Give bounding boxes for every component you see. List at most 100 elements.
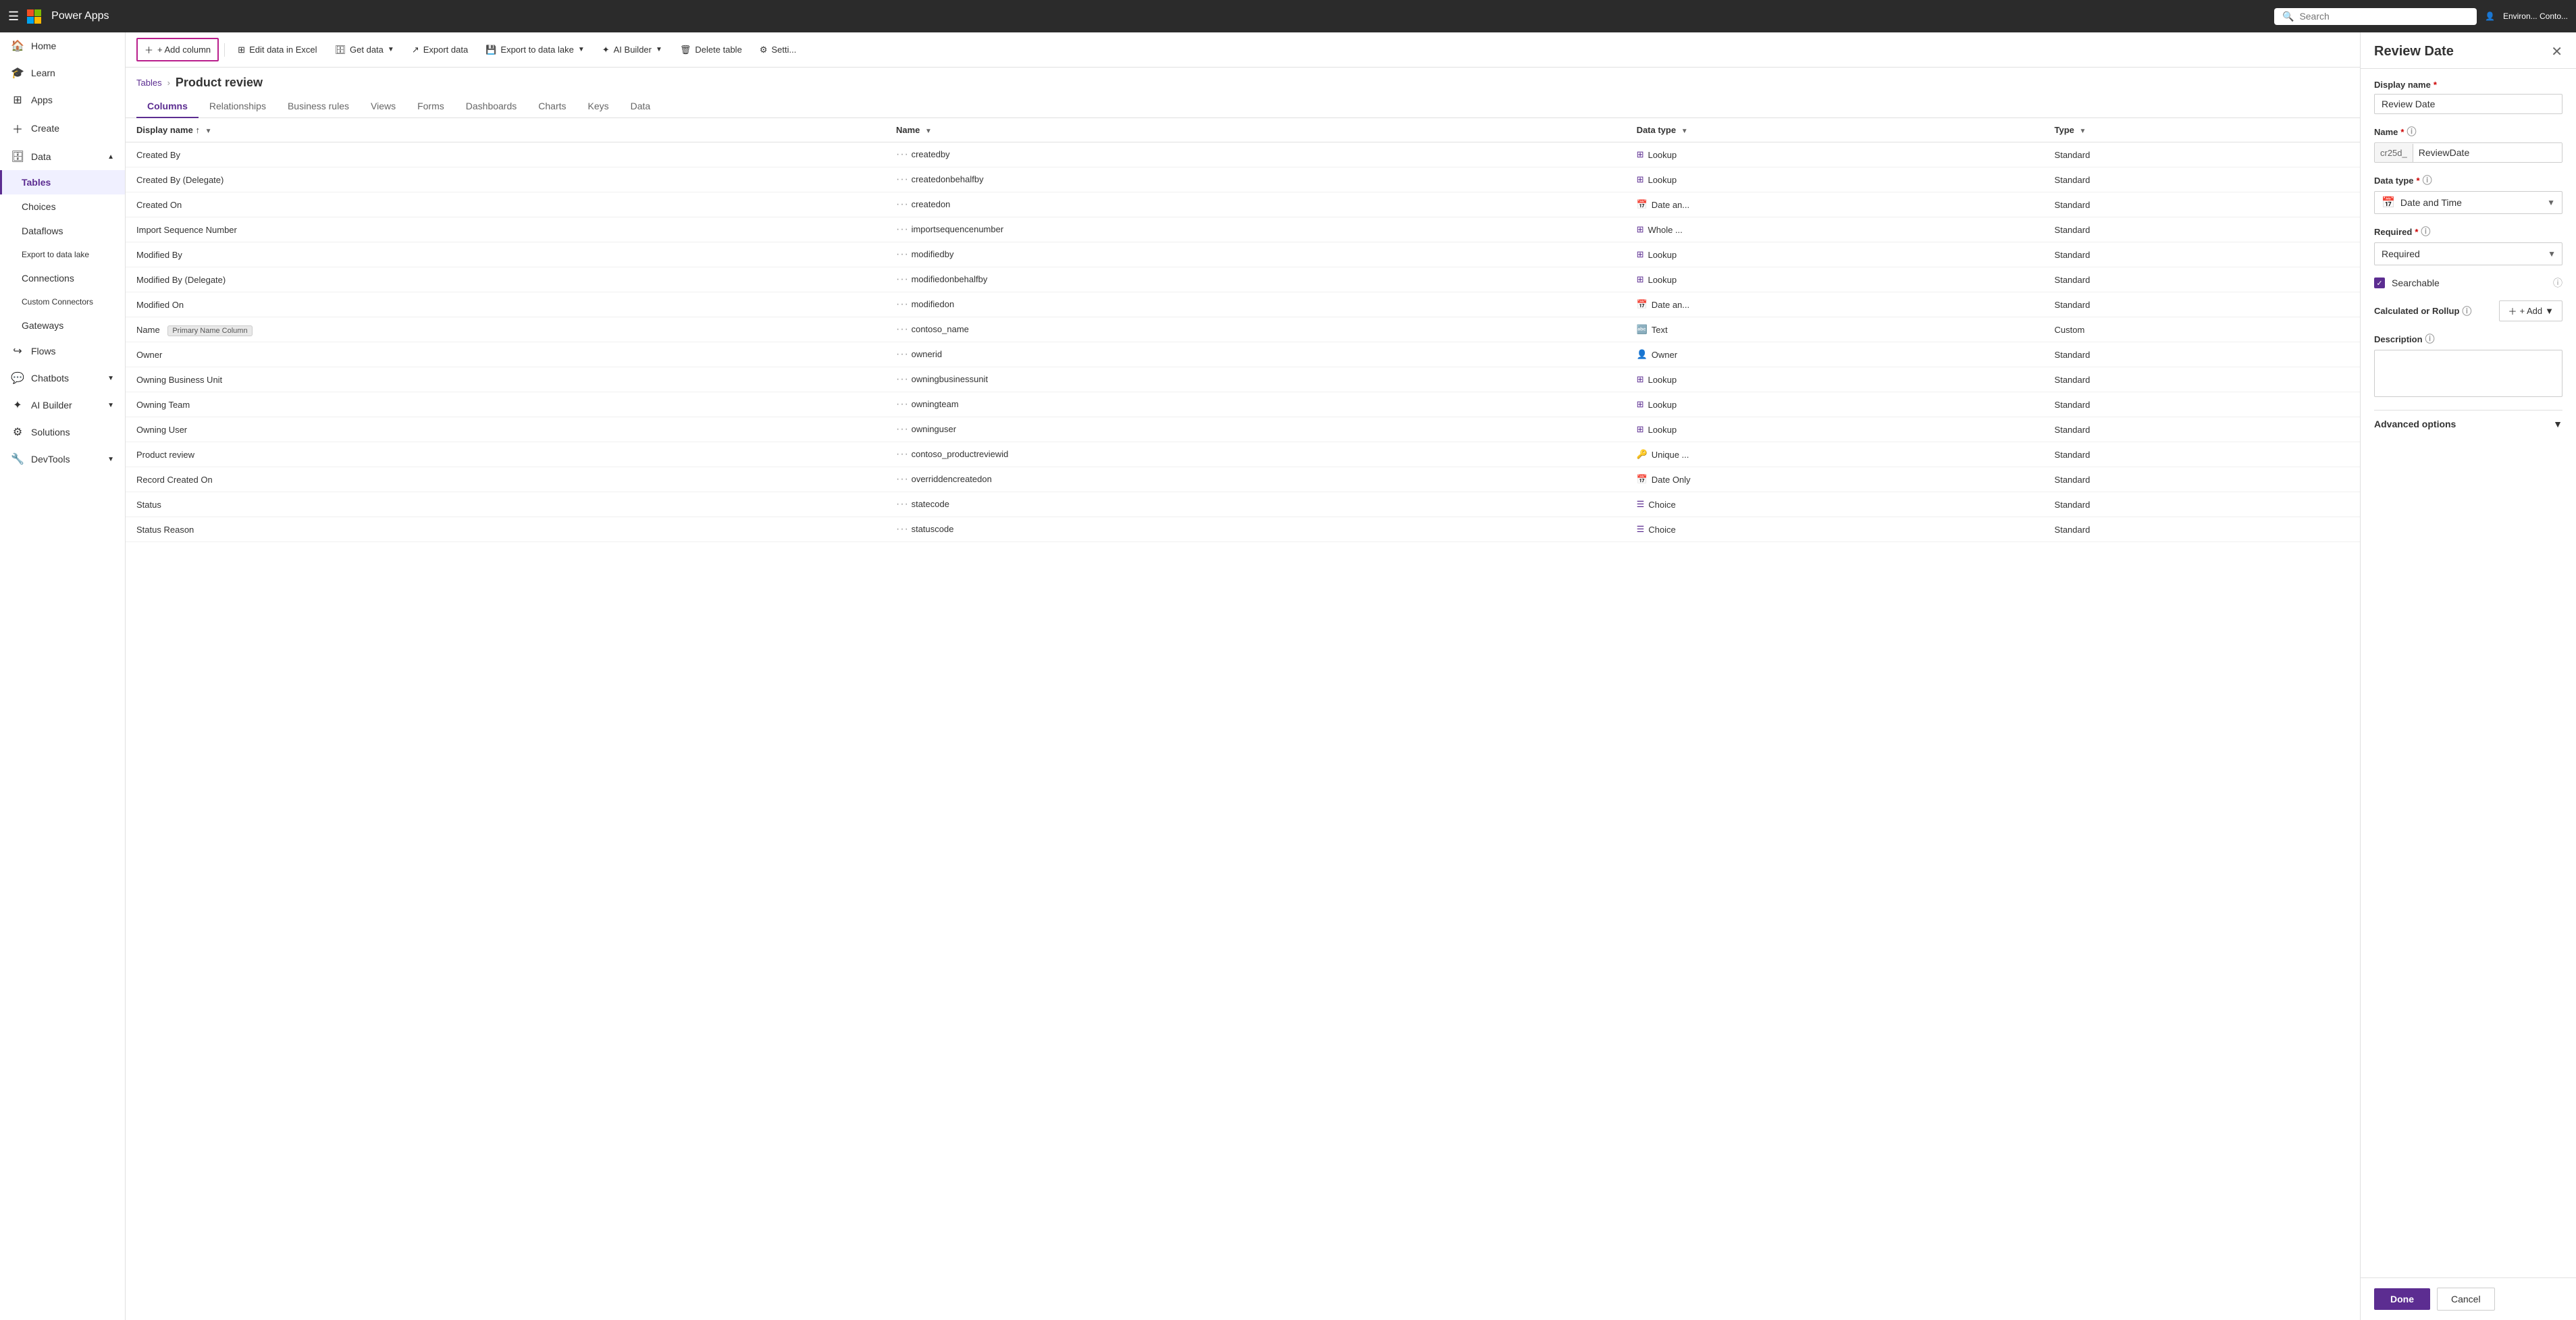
sidebar-item-gateways[interactable]: Gateways: [0, 313, 125, 338]
datalake-chevron-icon: ▼: [578, 46, 585, 53]
search-input[interactable]: [2299, 11, 2469, 22]
tab-keys[interactable]: Keys: [577, 95, 620, 118]
row-dots[interactable]: ···: [896, 473, 909, 485]
required-select[interactable]: Required Optional: [2374, 242, 2562, 265]
sidebar-item-data[interactable]: 🗄 Data ▲: [0, 143, 125, 170]
row-dots[interactable]: ···: [896, 248, 909, 260]
row-dots[interactable]: ···: [896, 423, 909, 435]
row-dots[interactable]: ···: [896, 298, 909, 310]
sidebar-label-dataflows: Dataflows: [22, 226, 63, 236]
calc-rollup-add-button[interactable]: ＋ + Add ▼: [2499, 300, 2562, 321]
calc-rollup-label: Calculated or Rollup ⓘ: [2374, 305, 2499, 318]
description-textarea[interactable]: [2374, 350, 2562, 397]
sidebar-item-flows[interactable]: ↪ Flows: [0, 338, 125, 365]
content-area: ＋ + Add column ⊞ Edit data in Excel 🗄 Ge…: [126, 32, 2360, 1320]
tab-relationships[interactable]: Relationships: [199, 95, 277, 118]
table-row: Owning Team··· owningteam⊞LookupStandard: [126, 392, 2360, 417]
tab-columns[interactable]: Columns: [136, 95, 199, 118]
settings-icon: ⚙: [760, 45, 768, 55]
create-icon: ＋: [11, 120, 24, 136]
sidebar-item-solutions[interactable]: ⚙ Solutions: [0, 419, 125, 446]
row-dots[interactable]: ···: [896, 523, 909, 535]
row-dots[interactable]: ···: [896, 398, 909, 410]
searchable-checkbox[interactable]: ✓: [2374, 278, 2385, 288]
tab-data[interactable]: Data: [620, 95, 662, 118]
chatbots-icon: 💬: [11, 371, 24, 385]
sidebar-item-tables[interactable]: Tables: [0, 170, 125, 194]
solutions-icon: ⚙: [11, 425, 24, 439]
tab-nav: Columns Relationships Business rules Vie…: [126, 95, 2360, 118]
aibuilder-toolbar-button[interactable]: ✦ AI Builder ▼: [595, 40, 670, 60]
sidebar-item-chatbots[interactable]: 💬 Chatbots ▼: [0, 365, 125, 392]
sidebar-item-apps[interactable]: ⊞ Apps: [0, 86, 125, 113]
row-dots[interactable]: ···: [896, 199, 909, 210]
col-header-type[interactable]: Type ▼: [2044, 118, 2360, 142]
row-dots[interactable]: ···: [896, 448, 909, 460]
row-dots[interactable]: ···: [896, 273, 909, 285]
add-column-label: + Add column: [157, 45, 211, 55]
panel-close-button[interactable]: ✕: [2551, 43, 2562, 60]
add-icon: ＋: [2508, 305, 2517, 317]
sidebar-item-learn[interactable]: 🎓 Learn: [0, 59, 125, 86]
getdata-chevron-icon: ▼: [388, 46, 394, 53]
datatype-select[interactable]: 📅 Date and Time ▼: [2374, 191, 2562, 214]
tab-views[interactable]: Views: [360, 95, 406, 118]
settings-button[interactable]: ⚙ Setti...: [752, 40, 804, 60]
settings-label: Setti...: [771, 45, 796, 55]
sidebar-item-home[interactable]: 🏠 Home: [0, 32, 125, 59]
main-layout: 🏠 Home 🎓 Learn ⊞ Apps ＋ Create 🗄 Data ▲ …: [0, 32, 2576, 1320]
export-datalake-button[interactable]: 💾 Export to data lake ▼: [478, 40, 592, 60]
display-name-input[interactable]: [2374, 94, 2562, 114]
edit-excel-button[interactable]: ⊞ Edit data in Excel: [230, 40, 324, 60]
row-dots[interactable]: ···: [896, 348, 909, 360]
col-header-name[interactable]: Name ▼: [885, 118, 1626, 142]
tab-forms[interactable]: Forms: [406, 95, 455, 118]
export-datalake-label: Export to data lake: [500, 45, 573, 55]
row-dots[interactable]: ···: [896, 323, 909, 335]
table-area: Display name ↑ ▼ Name ▼ Data type ▼: [126, 118, 2360, 1320]
sidebar-label-chatbots: Chatbots: [31, 373, 69, 384]
done-button[interactable]: Done: [2374, 1288, 2430, 1310]
home-icon: 🏠: [11, 39, 24, 53]
export-data-button[interactable]: ↗ Export data: [404, 40, 475, 60]
sidebar-item-exportdatalake[interactable]: Export to data lake: [0, 243, 125, 266]
datatype-icon: ⊞: [1637, 174, 1644, 185]
get-data-label: Get data: [350, 45, 384, 55]
flows-icon: ↪: [11, 344, 24, 358]
datatype-icon: 📅: [1637, 474, 1648, 485]
data-icon: 🗄: [11, 150, 24, 163]
row-dots[interactable]: ···: [896, 174, 909, 185]
row-dots[interactable]: ···: [896, 149, 909, 160]
delete-table-button[interactable]: 🗑 Delete table: [673, 40, 750, 60]
col-header-displayname[interactable]: Display name ↑ ▼: [126, 118, 885, 142]
sidebar-item-dataflows[interactable]: Dataflows: [0, 219, 125, 243]
breadcrumb-parent[interactable]: Tables: [136, 78, 162, 88]
sidebar-item-aibuilder[interactable]: ✦ AI Builder ▼: [0, 392, 125, 419]
tab-charts[interactable]: Charts: [527, 95, 577, 118]
row-dots[interactable]: ···: [896, 498, 909, 510]
breadcrumb-separator: ›: [167, 78, 170, 88]
add-column-button[interactable]: ＋ + Add column: [136, 38, 219, 61]
name-label: Name * ⓘ: [2374, 125, 2562, 138]
advanced-options-row[interactable]: Advanced options ▼: [2374, 410, 2562, 438]
hamburger-menu[interactable]: ☰: [8, 9, 19, 24]
get-data-button[interactable]: 🗄 Get data ▼: [327, 40, 402, 60]
datatype-icon: ⊞: [1637, 274, 1644, 285]
sidebar-item-connections[interactable]: Connections: [0, 266, 125, 290]
sidebar-item-create[interactable]: ＋ Create: [0, 113, 125, 143]
tab-businessrules[interactable]: Business rules: [277, 95, 360, 118]
name-info-icon: ⓘ: [2407, 125, 2416, 138]
search-bar[interactable]: 🔍: [2274, 8, 2477, 25]
sidebar-item-customconnectors[interactable]: Custom Connectors: [0, 290, 125, 313]
row-dots[interactable]: ···: [896, 223, 909, 235]
sidebar-item-devtools[interactable]: 🔧 DevTools ▼: [0, 446, 125, 473]
name-input[interactable]: [2413, 143, 2562, 162]
required-label: Required * ⓘ: [2374, 225, 2562, 238]
row-dots[interactable]: ···: [896, 373, 909, 385]
col-header-datatype[interactable]: Data type ▼: [1626, 118, 2044, 142]
advanced-chevron-icon: ▼: [2553, 419, 2562, 429]
cancel-button[interactable]: Cancel: [2437, 1288, 2495, 1311]
tab-dashboards[interactable]: Dashboards: [455, 95, 528, 118]
breadcrumb-current: Product review: [176, 76, 263, 90]
sidebar-item-choices[interactable]: Choices: [0, 194, 125, 219]
